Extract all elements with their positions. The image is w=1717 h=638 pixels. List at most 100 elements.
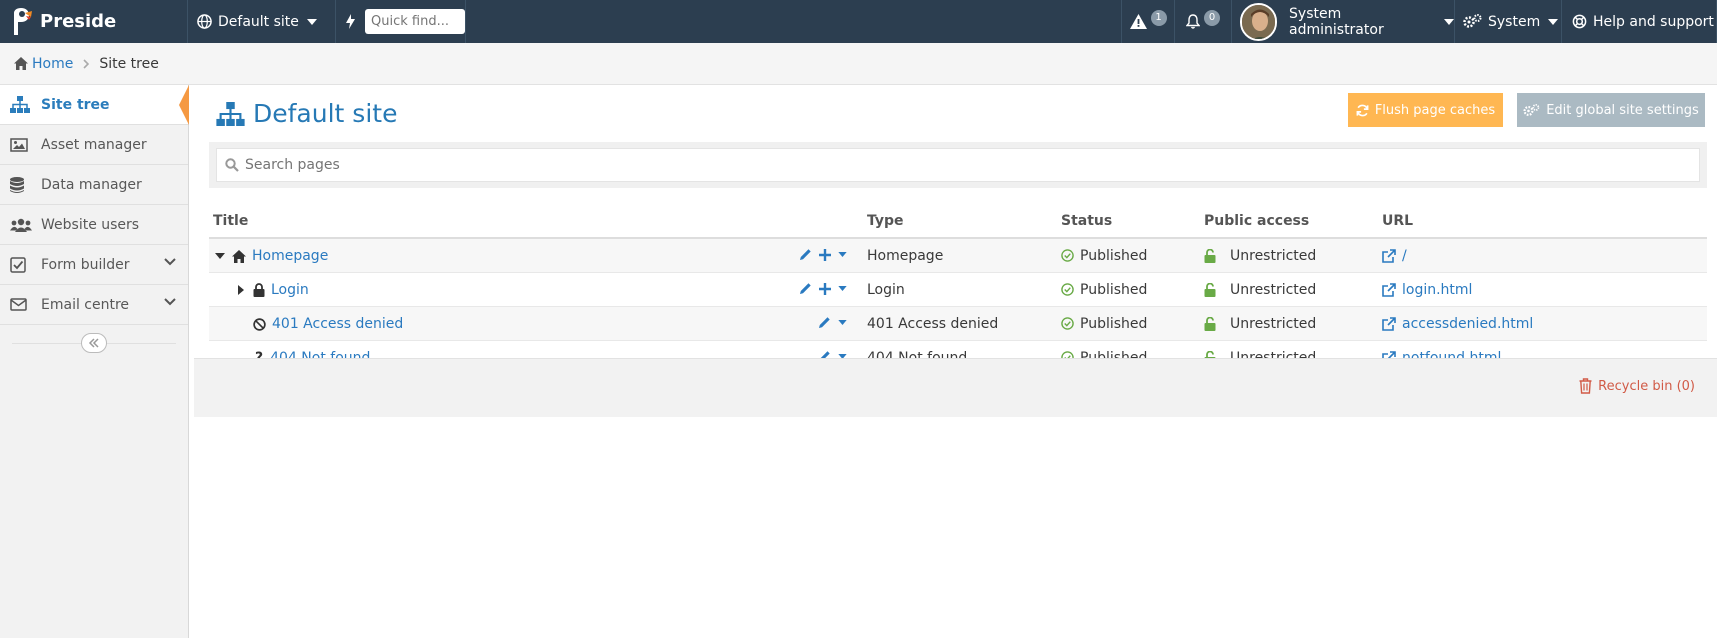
alerts-button[interactable]: 1: [1121, 0, 1175, 43]
flush-page-caches-label: Flush page caches: [1374, 102, 1496, 118]
cell-url: login.html: [1370, 282, 1707, 298]
double-chevron-left-icon: [82, 334, 106, 352]
sidebar-item-website-users[interactable]: Website users: [0, 205, 188, 245]
breadcrumb-home-link[interactable]: Home: [32, 56, 73, 72]
sidebar-item-form-builder[interactable]: Form builder: [0, 245, 188, 285]
pencil-icon[interactable]: [799, 282, 812, 295]
user-menu[interactable]: System administrator: [1232, 0, 1455, 43]
recycle-bin-label: Recycle bin (0): [1598, 378, 1695, 394]
caret-down-icon[interactable]: [838, 252, 847, 257]
recycle-bin-link[interactable]: Recycle bin (0): [1579, 378, 1695, 394]
edit-global-site-settings-label: Edit global site settings: [1546, 102, 1699, 118]
cell-url: /: [1370, 248, 1707, 264]
row-actions: [792, 248, 847, 261]
warning-icon: [1129, 14, 1147, 29]
breadcrumb: Home Site tree: [0, 43, 1717, 85]
sidebar-collapse: [0, 325, 188, 361]
caret-down-icon[interactable]: [838, 286, 847, 291]
status-text: Published: [1080, 247, 1148, 264]
caret-down-icon: [306, 18, 317, 25]
page-link[interactable]: 401 Access denied: [272, 316, 403, 332]
page-link[interactable]: Homepage: [252, 248, 328, 264]
pencil-icon[interactable]: [818, 316, 831, 329]
sidebar-item-label: Site tree: [41, 96, 110, 113]
cell-title: Login: [209, 273, 855, 306]
lock-icon: [253, 283, 265, 297]
users-icon: [10, 218, 32, 232]
column-header-title: Title: [213, 213, 249, 229]
ban-icon: [253, 317, 266, 331]
active-marker: [179, 85, 189, 125]
column-header-type: Type: [867, 213, 904, 229]
cell-type: Login: [867, 281, 905, 298]
cell-url: accessdenied.html: [1370, 316, 1707, 332]
home-icon: [232, 249, 246, 263]
cell-type: Homepage: [867, 247, 944, 264]
notifications-button[interactable]: 0: [1175, 0, 1232, 43]
access-text: Unrestricted: [1230, 247, 1317, 264]
brand[interactable]: Preside: [0, 0, 188, 43]
cogs-icon: [1523, 103, 1540, 117]
url-link[interactable]: login.html: [1402, 282, 1472, 298]
database-icon: [10, 176, 32, 193]
sidebar-item-site-tree[interactable]: Site tree: [0, 85, 189, 125]
page-title: Default site: [216, 99, 397, 128]
quick-find-input[interactable]: [365, 9, 465, 34]
main-content: Default site Flush page caches Edit glob…: [190, 85, 1717, 638]
chevron-down-icon: [164, 298, 176, 306]
cell-type: 401 Access denied: [867, 315, 999, 332]
search-bar: [209, 142, 1707, 188]
plus-icon[interactable]: [819, 282, 831, 295]
caret-down-icon: [1444, 18, 1454, 25]
top-navbar: Preside Default site 1 0: [0, 0, 1717, 43]
site-switcher[interactable]: Default site: [188, 0, 336, 43]
footer-bar: Recycle bin (0): [194, 358, 1717, 417]
column-header-status: Status: [1061, 213, 1113, 229]
life-ring-icon: [1572, 14, 1587, 29]
trash-icon: [1579, 378, 1592, 394]
page-title-text: Default site: [253, 99, 398, 128]
brand-name: Preside: [40, 11, 117, 32]
alerts-count-badge: 1: [1150, 9, 1167, 26]
external-link-icon: [1382, 248, 1396, 263]
collapse-sidebar-button[interactable]: [81, 333, 107, 353]
caret-right-icon[interactable]: [238, 285, 244, 295]
edit-global-site-settings-button[interactable]: Edit global site settings: [1517, 93, 1705, 127]
notifications-count-badge: 0: [1204, 9, 1220, 26]
sidebar-item-data-manager[interactable]: Data manager: [0, 165, 188, 205]
page-link[interactable]: Login: [271, 282, 309, 298]
caret-down-icon[interactable]: [215, 253, 225, 259]
caret-down-icon[interactable]: [838, 320, 847, 325]
sitemap-icon: [10, 96, 32, 113]
cell-status: Published: [1049, 316, 1192, 332]
access-text: Unrestricted: [1230, 281, 1317, 298]
caret-down-icon: [1548, 18, 1559, 25]
sidebar: Site tree Asset manager Data manager Web…: [0, 85, 189, 638]
access-text: Unrestricted: [1230, 315, 1317, 332]
status-text: Published: [1080, 281, 1148, 298]
pencil-icon[interactable]: [799, 248, 812, 261]
cell-title: Homepage: [209, 239, 855, 272]
help-menu[interactable]: Help and support: [1562, 0, 1717, 43]
plus-icon[interactable]: [819, 248, 831, 261]
url-link[interactable]: /: [1402, 248, 1407, 264]
search-pages-input[interactable]: [245, 157, 1572, 173]
external-link-icon: [1382, 282, 1396, 297]
sidebar-item-email-centre[interactable]: Email centre: [0, 285, 188, 325]
quick-find: [336, 0, 466, 43]
sidebar-item-asset-manager[interactable]: Asset manager: [0, 125, 188, 165]
image-icon: [10, 137, 32, 152]
help-label: Help and support: [1593, 13, 1714, 30]
external-link-icon: [1382, 316, 1396, 331]
sidebar-item-label: Website users: [41, 216, 140, 233]
refresh-icon: [1356, 104, 1369, 117]
chevron-down-icon: [164, 258, 176, 266]
cell-public-access: Unrestricted: [1192, 282, 1370, 298]
sidebar-item-label: Email centre: [41, 296, 130, 313]
sidebar-item-label: Asset manager: [41, 136, 147, 153]
system-menu[interactable]: System: [1455, 0, 1562, 43]
url-link[interactable]: accessdenied.html: [1402, 316, 1533, 332]
sidebar-item-label: Form builder: [41, 256, 130, 273]
bolt-icon: [346, 14, 355, 29]
flush-page-caches-button[interactable]: Flush page caches: [1348, 93, 1503, 127]
